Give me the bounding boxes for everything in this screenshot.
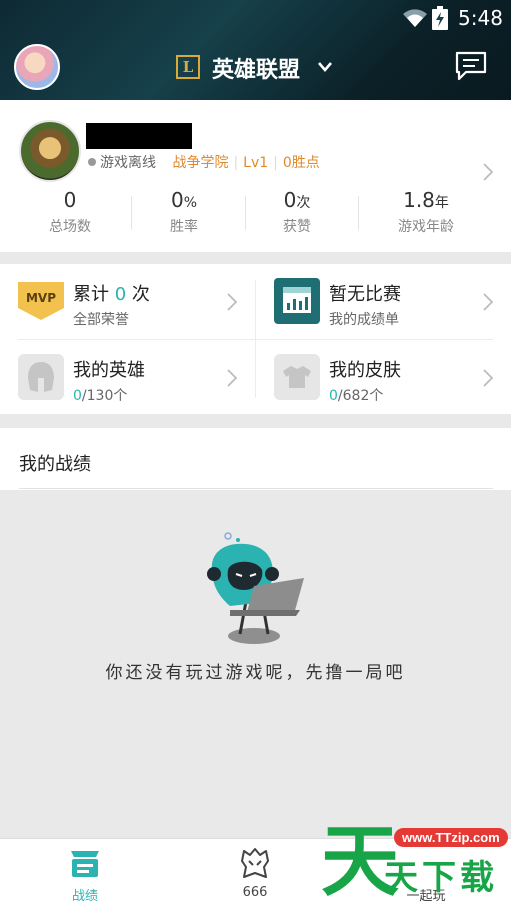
chevron-right-icon	[483, 163, 493, 181]
skin-shirt-icon	[274, 354, 320, 400]
stat-total-games: 0 总场数	[49, 188, 91, 235]
honor-cell[interactable]: MVP 累计 0 次 全部荣誉	[0, 264, 255, 338]
tab-666[interactable]: 666	[170, 839, 340, 910]
empty-record-message: 你还没有玩过游戏呢，先撸一局吧	[105, 663, 406, 683]
watermark-url: www.TTzip.com	[394, 828, 508, 847]
offline-dot-icon	[88, 158, 96, 166]
stat-win-rate: 0% 胜率	[170, 188, 198, 235]
report-card-icon	[274, 278, 320, 324]
mvp-badge-icon: MVP	[18, 282, 64, 320]
my-heroes-cell[interactable]: 我的英雄 0/130个	[0, 340, 255, 414]
user-avatar-button[interactable]	[14, 44, 60, 90]
player-points: 0胜点	[282, 155, 320, 171]
helmet-tab-icon	[241, 848, 269, 878]
svg-text:MVP: MVP	[26, 291, 56, 305]
summary-grid: MVP 累计 0 次 全部荣誉 暂无比赛 我的成绩单 我的英雄 0/130个 我…	[0, 264, 511, 414]
watermark-logo: 天 www.TTzip.com 天下载	[318, 820, 511, 910]
message-icon[interactable]	[454, 50, 488, 82]
tab-record[interactable]: 战绩	[0, 839, 170, 910]
watermark-text: 天下载	[384, 858, 498, 898]
chevron-right-icon	[483, 293, 493, 311]
chevron-right-icon	[227, 293, 237, 311]
chevron-right-icon	[483, 369, 493, 387]
my-skins-cell[interactable]: 我的皮肤 0/682个	[256, 340, 511, 414]
player-level: Lv1	[243, 155, 269, 171]
status-bar: 5:48	[0, 0, 511, 36]
player-stats: 0 总场数 0% 胜率 0次 获赞 1.8年 游戏年龄	[0, 188, 511, 244]
wifi-icon	[403, 9, 427, 27]
player-avatar	[19, 120, 81, 182]
top-header: 5:48 L 英雄联盟	[0, 0, 511, 100]
status-time: 5:48	[458, 6, 503, 30]
chevron-right-icon	[227, 369, 237, 387]
game-logo-icon[interactable]: L	[176, 55, 200, 79]
record-section-header: 我的战绩	[0, 428, 511, 490]
online-status: 游戏离线	[100, 155, 156, 171]
record-title: 我的战绩	[19, 454, 91, 475]
server-region: 战争学院	[172, 155, 229, 171]
record-tab-icon	[71, 851, 99, 877]
game-switch-title[interactable]: 英雄联盟	[212, 52, 300, 84]
stat-likes: 0次 获赞	[283, 188, 311, 235]
match-report-cell[interactable]: 暂无比赛 我的成绩单	[256, 264, 511, 338]
chevron-down-icon[interactable]	[318, 60, 332, 74]
profile-card[interactable]: 游戏离线 战争学院 | Lv1 | 0胜点 0 总场数 0% 胜率 0次 获赞 1.8年…	[0, 100, 511, 252]
player-name-redacted	[86, 123, 192, 149]
empty-mascot-illustration	[207, 532, 304, 644]
player-status-row: 游戏离线 战争学院 | Lv1 | 0胜点	[88, 152, 320, 172]
battery-charging-icon	[432, 6, 448, 30]
stat-game-age: 1.8年 游戏年龄	[398, 188, 454, 235]
hero-helmet-icon	[18, 354, 64, 400]
